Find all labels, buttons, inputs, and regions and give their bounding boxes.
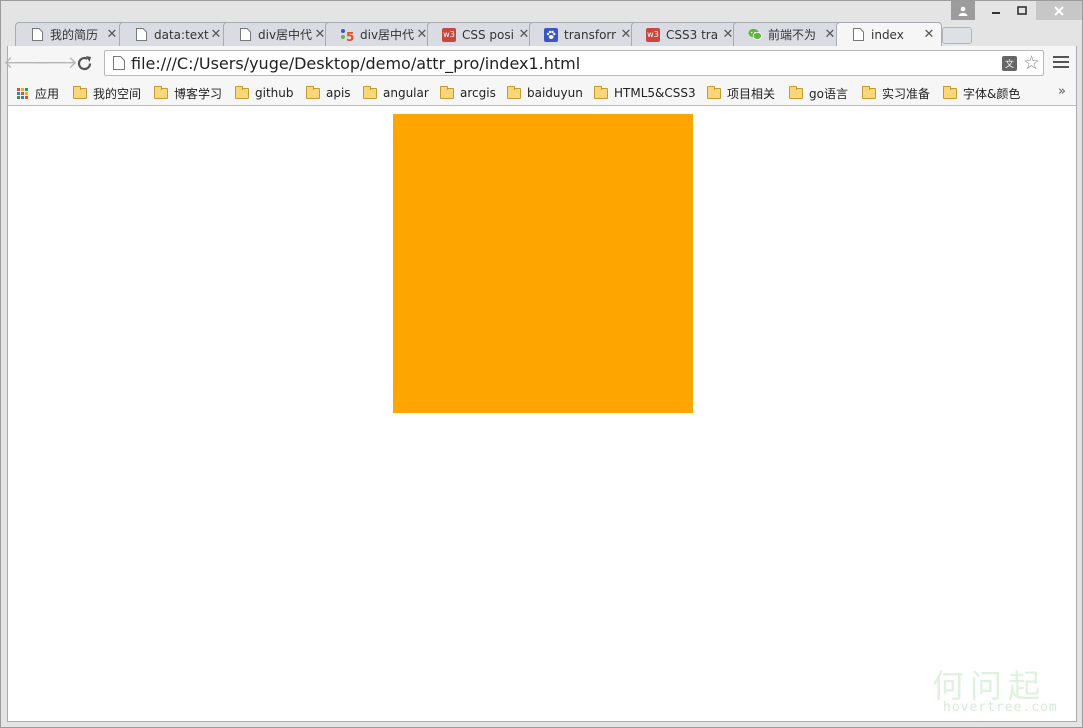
bookmark-label: arcgis [460, 86, 496, 100]
address-bar[interactable]: file:///C:/Users/yuge/Desktop/demo/attr_… [104, 50, 1044, 76]
tab-title: div居中代 [258, 28, 313, 42]
folder-icon [306, 85, 320, 99]
bookmark-folder[interactable]: 我的空间 [73, 84, 141, 102]
browser-window: 我的简历 ✕ data:text ✕ div居中代 ✕ 5 div居中代 ✕ w… [0, 0, 1083, 728]
wechat-icon [748, 28, 762, 42]
minimize-button[interactable] [983, 1, 1009, 20]
bookmark-label: 我的空间 [93, 86, 142, 101]
reload-button[interactable] [74, 53, 94, 73]
page-icon [851, 28, 865, 42]
bookmark-label: 项目相关 [727, 86, 776, 101]
translate-icon[interactable]: 文 [1002, 56, 1017, 71]
close-window-button[interactable] [1036, 1, 1082, 20]
bookmark-star-icon[interactable]: ☆ [1023, 52, 1040, 74]
tab-5[interactable]: w3 CSS posi ✕ [427, 22, 537, 46]
tab-title: data:text [154, 27, 209, 42]
arrow-right-icon: 🡒 [32, 53, 78, 73]
chrome-menu-button[interactable] [1053, 54, 1069, 70]
new-tab-button[interactable] [942, 27, 972, 44]
tab-close-icon[interactable]: ✕ [210, 27, 222, 42]
bookmark-folder[interactable]: apis [306, 84, 351, 102]
tab-7[interactable]: w3 CSS3 tra ✕ [631, 22, 741, 46]
folder-icon [789, 85, 803, 99]
tab-close-icon[interactable]: ✕ [824, 27, 836, 42]
tab-6[interactable]: transforr ✕ [529, 22, 639, 46]
bookmark-folder[interactable]: angular [363, 84, 429, 102]
maximize-button[interactable] [1009, 1, 1035, 20]
forward-button[interactable]: 🡒 [32, 53, 78, 73]
bookmark-folder[interactable]: HTML5&CSS3 [594, 84, 696, 102]
apps-grid-icon [17, 87, 28, 99]
page-icon [134, 28, 148, 42]
folder-icon [154, 85, 168, 99]
tab-3[interactable]: div居中代 ✕ [223, 22, 333, 46]
bookmark-label: baiduyun [527, 86, 583, 100]
folder-icon [594, 85, 608, 99]
tab-close-icon[interactable]: ✕ [923, 27, 935, 42]
tab-title: div居中代 [360, 28, 415, 42]
bookmark-folder[interactable]: 博客学习 [154, 84, 222, 102]
tab-4[interactable]: 5 div居中代 ✕ [325, 22, 435, 46]
bookmark-label: 应用 [35, 86, 60, 101]
folder-icon [707, 85, 721, 99]
folder-icon [363, 85, 377, 99]
orange-box [393, 114, 693, 413]
reload-icon [77, 55, 91, 70]
bookmark-folder[interactable]: go语言 [789, 84, 848, 102]
tab-title: CSS posi [462, 27, 514, 42]
folder-icon [73, 85, 87, 99]
browser-toolbar: 🡐 🡒 file:///C:/Users/yuge/Desktop/demo/a… [3, 46, 1077, 80]
w3-icon: w3 [646, 27, 660, 42]
tab-close-icon[interactable]: ✕ [106, 27, 118, 42]
bookmark-folder[interactable]: 项目相关 [707, 84, 775, 102]
tab-title: CSS3 tra [666, 27, 719, 42]
w3-icon: w3 [442, 27, 456, 42]
bookmark-label: 实习准备 [882, 86, 931, 101]
html5-icon: 5 [340, 28, 354, 42]
page-icon [30, 28, 44, 42]
bookmark-label: github [255, 86, 294, 100]
watermark-url: hovertree.com [943, 700, 1058, 715]
profile-button[interactable] [951, 1, 975, 20]
folder-icon [943, 85, 957, 99]
maximize-icon [1017, 5, 1027, 15]
svg-text:5: 5 [346, 30, 354, 42]
tab-8[interactable]: 前端不为 ✕ [733, 22, 843, 46]
page-icon [113, 56, 125, 70]
bookmark-label: HTML5&CSS3 [614, 86, 696, 100]
tab-title: transforr [564, 27, 617, 42]
bookmark-folder[interactable]: 实习准备 [862, 84, 930, 102]
bookmark-apps[interactable]: 应用 [17, 84, 59, 102]
menu-icon [1053, 56, 1069, 58]
tab-2[interactable]: data:text ✕ [119, 22, 229, 46]
bookmark-folder[interactable]: 字体&颜色 [943, 84, 1020, 102]
bookmark-label: 字体&颜色 [963, 86, 1021, 101]
folder-icon [862, 85, 876, 99]
folder-icon [440, 85, 454, 99]
bookmark-label: apis [326, 86, 351, 100]
bookmark-label: angular [383, 86, 429, 100]
url-text[interactable]: file:///C:/Users/yuge/Desktop/demo/attr_… [131, 54, 580, 73]
page-content: 何问起 hovertree.com [7, 106, 1077, 722]
close-icon [1054, 5, 1064, 16]
bookmarks-overflow-button[interactable]: » [1058, 84, 1066, 99]
bookmarks-bar: 应用 我的空间 博客学习 github apis angular arcgis … [7, 80, 1077, 106]
person-icon [958, 6, 968, 16]
tab-title: 我的简历 [50, 28, 99, 42]
minimize-icon [992, 11, 1000, 14]
tab-strip: 我的简历 ✕ data:text ✕ div居中代 ✕ 5 div居中代 ✕ w… [9, 20, 1009, 46]
bookmark-folder[interactable]: baiduyun [507, 84, 583, 102]
folder-icon [235, 85, 249, 99]
tab-index-active[interactable]: index ✕ [836, 22, 942, 46]
bookmark-folder[interactable]: arcgis [440, 84, 496, 102]
tab-title: index [871, 27, 904, 42]
bookmark-label: 博客学习 [174, 86, 223, 101]
folder-icon [507, 85, 521, 99]
bookmark-folder[interactable]: github [235, 84, 293, 102]
bookmark-label: go语言 [809, 86, 848, 101]
tab-title: 前端不为 [768, 28, 817, 42]
page-icon [238, 28, 252, 42]
paw-icon [544, 27, 558, 42]
tab-1[interactable]: 我的简历 ✕ [15, 22, 125, 46]
